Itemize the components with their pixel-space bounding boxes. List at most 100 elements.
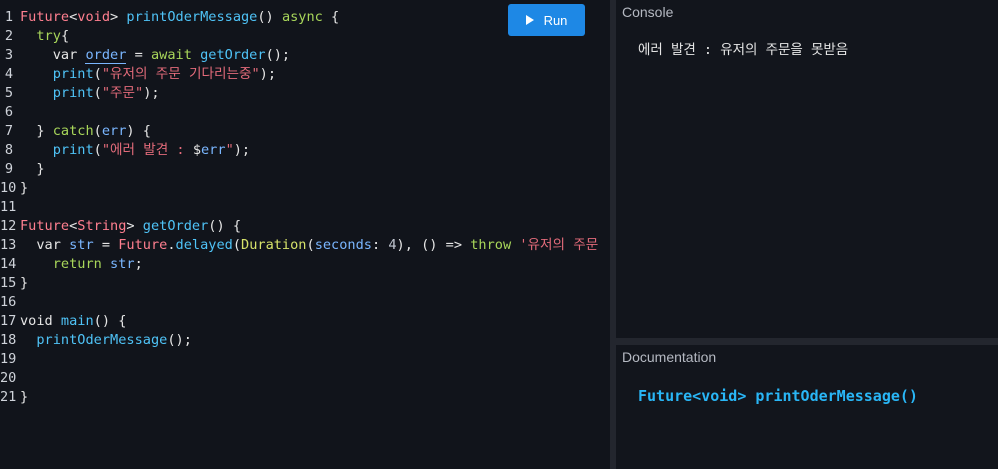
- line-number: 16: [0, 294, 17, 310]
- code-token: :: [371, 237, 389, 253]
- code-lines[interactable]: 1 Future<void> printOderMessage() async {…: [0, 8, 610, 407]
- code-line[interactable]: 12 Future<String> getOrder() {: [0, 217, 610, 236]
- code-editor[interactable]: 1 Future<void> printOderMessage() async {…: [0, 0, 610, 469]
- line-number: 19: [0, 351, 17, 367]
- line-code: var order = await getOrder();: [20, 46, 290, 65]
- line-number: 21: [0, 389, 17, 405]
- code-line[interactable]: 17 void main() {: [0, 312, 610, 331]
- code-token: try: [36, 28, 61, 44]
- documentation-panel: Documentation Future<void> printOderMess…: [616, 345, 998, 469]
- code-line[interactable]: 6: [0, 103, 610, 122]
- line-code: }: [20, 388, 28, 407]
- code-token: }: [20, 275, 29, 291]
- code-token: ();: [265, 47, 291, 63]
- code-token: .: [167, 237, 176, 253]
- line-number: 5: [4, 85, 13, 101]
- code-line[interactable]: 8 print("에러 발견 : $err");: [0, 141, 610, 160]
- code-line[interactable]: 10}: [0, 179, 610, 198]
- code-token: "주문": [101, 85, 144, 101]
- code-line[interactable]: 14 return str;: [0, 255, 610, 274]
- code-line[interactable]: 21}: [0, 388, 610, 407]
- code-line[interactable]: 13 var str = Future.delayed(Duration(sec…: [0, 236, 610, 255]
- code-token: (): [257, 9, 282, 25]
- line-number: 14: [0, 256, 17, 272]
- code-token: var: [20, 237, 70, 253]
- code-token: await: [150, 47, 192, 63]
- line-number: 13: [0, 237, 17, 253]
- code-token: printOderMessage: [36, 332, 168, 348]
- code-token: Duration: [241, 237, 307, 253]
- code-token: void: [20, 313, 61, 329]
- line-number: 8: [4, 142, 13, 158]
- code-token: return: [52, 256, 102, 272]
- line-number: 10: [0, 180, 17, 196]
- code-line[interactable]: 3 var order = await getOrder();: [0, 46, 610, 65]
- code-token: ) {: [126, 123, 151, 139]
- line-code: var str = Future.delayed(Duration(second…: [20, 236, 598, 255]
- code-token: '유저의 주문: [519, 237, 599, 253]
- code-token: catch: [52, 123, 94, 139]
- line-number: 6: [4, 104, 13, 120]
- code-token: delayed: [175, 237, 233, 253]
- code-line[interactable]: 20: [0, 369, 610, 388]
- code-line[interactable]: 16: [0, 293, 610, 312]
- line-number: 12: [0, 218, 17, 234]
- code-token: >: [110, 9, 127, 25]
- code-token: (: [93, 142, 102, 158]
- line-number: 2: [4, 28, 13, 44]
- code-token: {: [60, 28, 70, 44]
- code-line[interactable]: 18 printOderMessage();: [0, 331, 610, 350]
- horizontal-splitter[interactable]: [616, 338, 998, 345]
- line-number: 18: [0, 332, 17, 348]
- line-code: try{: [20, 27, 69, 46]
- code-token: order: [85, 47, 127, 64]
- code-token: }: [20, 389, 29, 405]
- code-token: );: [233, 142, 251, 158]
- code-line[interactable]: 11: [0, 198, 610, 217]
- code-token: print: [52, 66, 94, 82]
- code-token: (: [306, 237, 315, 253]
- line-code: }: [20, 179, 28, 198]
- line-code: }: [20, 274, 28, 293]
- code-token: Future: [20, 9, 70, 25]
- code-token: () {: [93, 313, 127, 329]
- code-token: getOrder: [142, 218, 209, 234]
- code-line[interactable]: 5 print("주문");: [0, 84, 610, 103]
- code-token: ": [225, 142, 234, 158]
- line-number: 11: [0, 199, 17, 215]
- documentation-title: Documentation: [622, 349, 717, 365]
- console-output: 에러 발견 : 유저의 주문을 못받음: [638, 42, 849, 58]
- code-token: (: [93, 66, 102, 82]
- code-token: );: [259, 66, 277, 82]
- run-button[interactable]: Run: [508, 4, 585, 36]
- code-line[interactable]: 4 print("유저의 주문 기다리는중");: [0, 65, 610, 84]
- console-title: Console: [622, 4, 674, 20]
- code-token: str: [110, 256, 135, 272]
- code-token: void: [77, 9, 111, 25]
- code-token: printOderMessage: [126, 9, 258, 25]
- code-token: Future: [118, 237, 168, 253]
- code-token: ();: [167, 332, 192, 348]
- code-line[interactable]: 15}: [0, 274, 610, 293]
- line-number: 4: [4, 66, 13, 82]
- code-line[interactable]: 7 } catch(err) {: [0, 122, 610, 141]
- code-line[interactable]: 9 }: [0, 160, 610, 179]
- line-code: print("유저의 주문 기다리는중");: [20, 65, 276, 84]
- code-token: print: [52, 85, 94, 101]
- line-number: 3: [4, 47, 13, 63]
- code-token: str: [69, 237, 94, 253]
- line-code: void main() {: [20, 312, 126, 331]
- code-line[interactable]: 19: [0, 350, 610, 369]
- code-token: err: [101, 123, 127, 139]
- line-code: print("에러 발견 : $err");: [20, 141, 250, 160]
- documentation-signature: Future<void> printOderMessage(): [638, 387, 918, 405]
- code-token: );: [143, 85, 160, 101]
- run-button-label: Run: [543, 12, 568, 28]
- code-token: (: [93, 85, 102, 101]
